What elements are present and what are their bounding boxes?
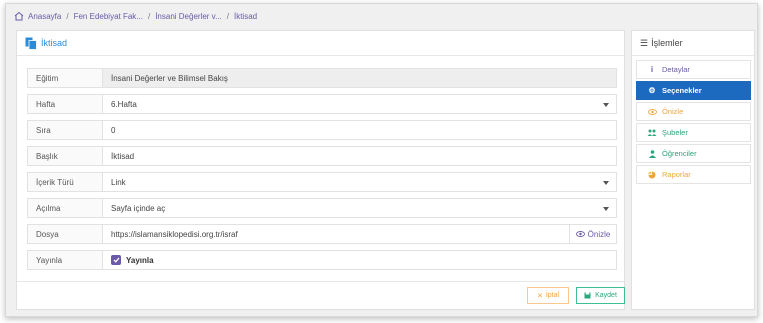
sidebar-item-label: Önizle (662, 107, 684, 116)
form-row-acilma: Açılma Sayfa içinde aç (27, 198, 617, 218)
home-icon[interactable] (14, 11, 24, 21)
sidebar-header: ☰ İşlemler (632, 31, 754, 56)
sidebar-item-raporlar[interactable]: Raporlar (636, 165, 751, 184)
baslik-label: Başlık (27, 146, 102, 166)
form-row-hafta: Hafta 6.Hafta (27, 94, 617, 114)
breadcrumb-separator: / (66, 11, 69, 21)
info-icon: i (650, 65, 654, 74)
icerik-turu-select-value: Link (111, 177, 126, 187)
sidebar-item-subeler[interactable]: Şubeler (636, 123, 751, 142)
breadcrumb-item-home[interactable]: Anasayfa (28, 12, 61, 21)
breadcrumb-separator: / (147, 11, 151, 21)
dosya-preview-label: Önizle (587, 229, 611, 239)
egitim-label: Eğitim (27, 68, 102, 88)
yayinla-label: Yayınla (27, 250, 102, 270)
form-row-yayinla: Yayınla Yayınla (27, 250, 617, 270)
form-row-sira: Sıra 0 (27, 120, 617, 140)
actions-sidebar: ☰ İşlemler i Detaylar ⚙ Seçenekler Önizl… (631, 30, 755, 310)
dosya-preview-button[interactable]: Önizle (570, 224, 617, 244)
sira-input[interactable]: 0 (102, 120, 617, 140)
content-editor-card: İktisad Eğitim İnsani Değerler ve Bilims… (16, 30, 625, 310)
hafta-label: Hafta (27, 94, 102, 114)
yayinla-checkbox[interactable] (111, 255, 121, 265)
users-icon (647, 129, 657, 136)
sidebar-item-label: Raporlar (662, 170, 691, 179)
close-icon: ✕ (536, 292, 543, 300)
breadcrumb: Anasayfa / Fen Edebiyat Fak... / İnsani … (14, 9, 257, 23)
icerik-turu-label: İçerik Türü (27, 172, 102, 192)
sidebar-item-label: Detaylar (662, 65, 690, 74)
dosya-label: Dosya (27, 224, 102, 244)
sira-label: Sıra (27, 120, 102, 140)
sidebar-title: İşlemler (651, 38, 683, 48)
pie-chart-icon (647, 170, 657, 179)
form-row-dosya: Dosya https://islamansiklopedisi.org.tr/… (27, 224, 617, 244)
form-row-egitim: Eğitim İnsani Değerler ve Bilimsel Bakış (27, 68, 617, 88)
app-frame: Anasayfa / Fen Edebiyat Fak... / İnsani … (5, 3, 758, 317)
chevron-down-icon (603, 181, 609, 185)
icerik-turu-select[interactable]: Link (102, 172, 617, 192)
cancel-button-label: İptal (545, 292, 560, 299)
sidebar-item-label: Öğrenciler (662, 149, 697, 158)
list-icon: ☰ (640, 37, 649, 48)
hafta-select[interactable]: 6.Hafta (102, 94, 617, 114)
breadcrumb-separator: / (226, 11, 229, 21)
dosya-input[interactable]: https://islamansiklopedisi.org.tr/israf (102, 224, 570, 244)
form-row-icerik-turu: İçerik Türü Link (27, 172, 617, 192)
user-icon (647, 149, 657, 158)
documents-icon (25, 37, 37, 50)
chevron-down-icon (603, 103, 609, 107)
baslik-input[interactable]: İktisad (102, 146, 617, 166)
eye-icon (575, 231, 585, 237)
chevron-down-icon (603, 207, 609, 211)
page-title: İktisad (41, 38, 68, 48)
acilma-select-value: Sayfa içinde aç (111, 203, 166, 213)
sidebar-item-onizle[interactable]: Önizle (636, 102, 751, 121)
gear-icon: ⚙ (648, 86, 656, 95)
sidebar-item-secenekler[interactable]: ⚙ Seçenekler (636, 81, 751, 100)
save-button-label: Kaydet (595, 292, 617, 299)
save-icon (584, 292, 591, 299)
breadcrumb-item-faculty[interactable]: Fen Edebiyat Fak... (74, 12, 143, 21)
breadcrumb-item-course[interactable]: İnsani Değerler v... (155, 12, 222, 21)
cancel-button[interactable]: ✕ İptal (527, 287, 569, 304)
card-footer: ✕ İptal Kaydet (17, 281, 625, 309)
sidebar-item-label: Seçenekler (662, 86, 702, 95)
egitim-field: İnsani Değerler ve Bilimsel Bakış (102, 68, 617, 88)
sidebar-item-label: Şubeler (662, 128, 688, 137)
yayinla-field: Yayınla (102, 250, 617, 270)
check-icon (113, 257, 119, 263)
card-header: İktisad (17, 31, 624, 56)
save-button[interactable]: Kaydet (576, 287, 625, 304)
eye-icon (647, 108, 657, 115)
yayinla-checkbox-label[interactable]: Yayınla (126, 256, 154, 265)
form-row-baslik: Başlık İktisad (27, 146, 617, 166)
acilma-select[interactable]: Sayfa içinde aç (102, 198, 617, 218)
sidebar-item-ogrenciler[interactable]: Öğrenciler (636, 144, 751, 163)
sidebar-item-detaylar[interactable]: i Detaylar (636, 60, 751, 79)
breadcrumb-item-current: İktisad (233, 11, 258, 21)
hafta-select-value: 6.Hafta (111, 99, 137, 109)
acilma-label: Açılma (27, 198, 102, 218)
